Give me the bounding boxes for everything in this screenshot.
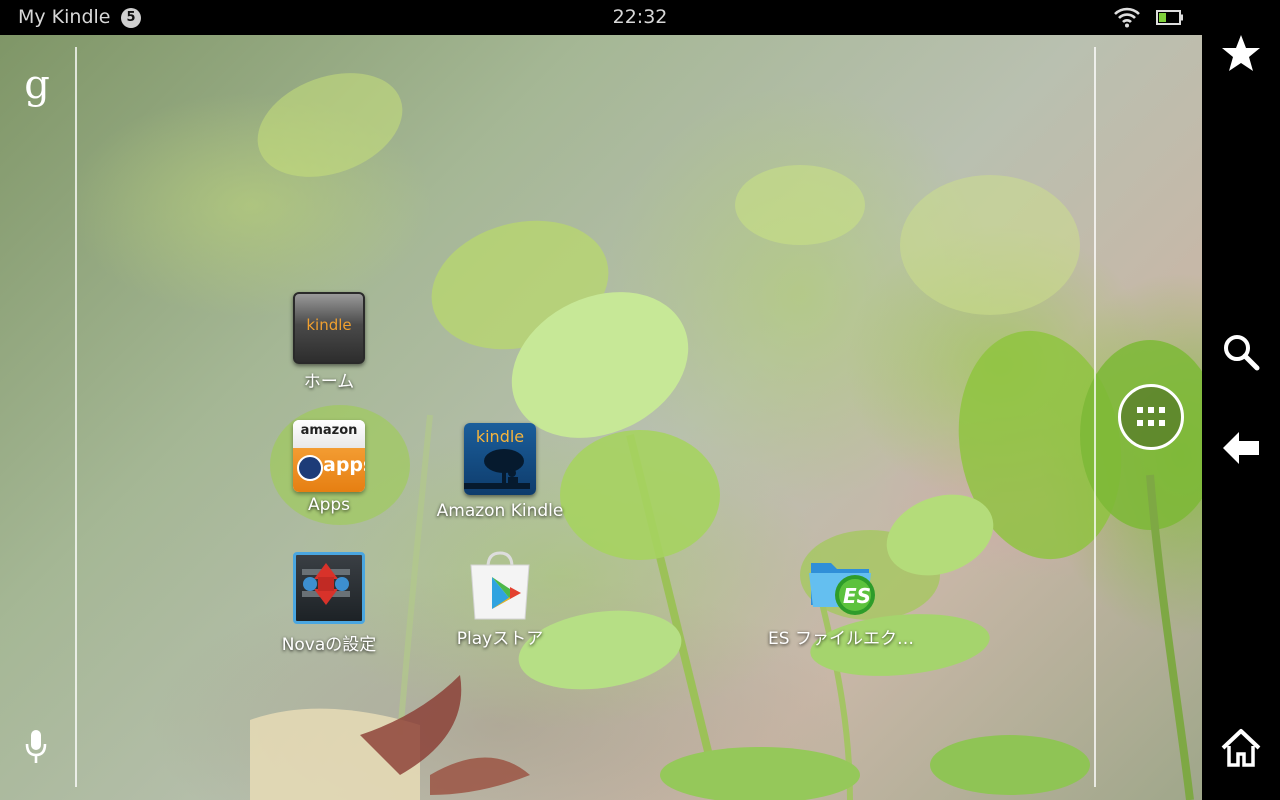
app-amazon-kindle[interactable]: kindle Amazon Kindle: [420, 423, 580, 521]
app-label: Apps: [307, 495, 351, 515]
kindle-home-tile-text: kindle: [306, 316, 352, 334]
back-arrow-icon: [1223, 432, 1259, 464]
app-nova-settings[interactable]: Novaの設定: [249, 552, 409, 655]
hand-pointer-icon: [297, 455, 323, 481]
navigation-bar: [1202, 0, 1280, 800]
app-drawer-button[interactable]: [1118, 384, 1184, 450]
wallpaper: [250, 73, 1202, 800]
appstore-tile-word: apps: [323, 454, 365, 476]
app-label: ES ファイルエク…: [768, 629, 914, 649]
app-play-store[interactable]: Playストア: [420, 549, 580, 649]
es-file-explorer-icon: ES: [805, 549, 877, 621]
favorites-button[interactable]: [1221, 33, 1261, 73]
mic-icon[interactable]: [22, 728, 50, 766]
wifi-icon: [1114, 7, 1140, 28]
app-amazon-appstore[interactable]: amazon apps Apps: [249, 420, 409, 515]
status-bar[interactable]: My Kindle 5 22:32: [0, 0, 1202, 35]
kindle-home-icon: kindle: [293, 292, 365, 364]
home-icon: [1221, 729, 1261, 767]
search-button[interactable]: [1221, 332, 1261, 372]
grid-icon: [1137, 407, 1165, 426]
kindle-reader-icon: kindle: [464, 423, 536, 495]
app-kindle-home[interactable]: kindle ホーム: [249, 292, 409, 392]
svg-text:ES: ES: [843, 584, 871, 608]
home-screen[interactable]: g kindle ホーム amazon apps Apps kindle: [0, 35, 1202, 800]
page-divider-right: [1094, 47, 1096, 787]
search-icon: [1224, 335, 1260, 371]
google-search-icon[interactable]: g: [22, 65, 52, 109]
back-button[interactable]: [1221, 428, 1261, 468]
reading-tree-icon: [464, 449, 530, 489]
appstore-tile-top: amazon: [293, 420, 365, 448]
status-clock: 22:32: [612, 6, 668, 28]
app-label: Amazon Kindle: [436, 501, 564, 521]
play-store-icon: [464, 549, 536, 621]
nova-settings-icon: [293, 552, 365, 624]
app-label: Playストア: [456, 629, 544, 649]
battery-icon: [1156, 10, 1183, 25]
page-divider-left: [75, 47, 77, 787]
home-button[interactable]: [1221, 728, 1261, 768]
app-es-file-explorer[interactable]: ES ES ファイルエク…: [761, 549, 921, 649]
star-icon: [1222, 35, 1260, 71]
app-label: ホーム: [303, 372, 355, 392]
app-label: Novaの設定: [281, 635, 377, 655]
amazon-appstore-icon: amazon apps: [293, 420, 365, 492]
